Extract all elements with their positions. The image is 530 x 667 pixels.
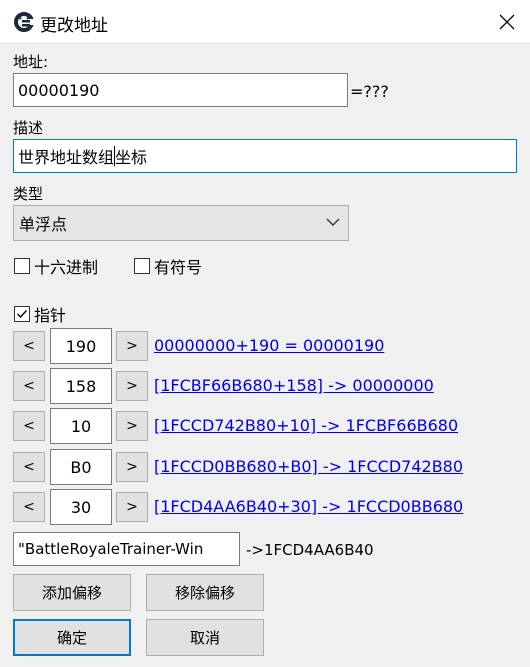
offset-input[interactable]: 10: [50, 408, 112, 444]
hex-checkbox-box: [14, 258, 30, 274]
description-text-after-caret: 坐标: [115, 148, 148, 167]
offset-row: < 10 > [1FCCD742B80+10] -> 1FCBF66B680: [13, 408, 513, 444]
cancel-button[interactable]: 取消: [146, 619, 264, 656]
ok-button[interactable]: 确定: [13, 619, 131, 656]
offset-input[interactable]: 190: [50, 328, 112, 364]
offset-decrement-button[interactable]: <: [13, 492, 45, 522]
base-address-value: "BattleRoyaleTrainer-Win: [18, 540, 204, 558]
signed-checkbox-label: 有符号: [154, 258, 203, 277]
window-title: 更改地址: [40, 16, 108, 36]
remove-offset-button[interactable]: 移除偏移: [146, 574, 264, 611]
check-icon: [17, 310, 28, 319]
offset-expression-link[interactable]: [1FCD4AA6B40+30] -> 1FCCD0BB680: [154, 497, 463, 516]
title-bar: 更改地址: [0, 0, 530, 44]
address-result: =???: [350, 82, 389, 101]
pointer-checkbox-label: 指针: [34, 306, 67, 325]
offset-increment-button[interactable]: >: [116, 411, 148, 441]
address-value: 00000190: [18, 80, 100, 100]
offset-increment-button[interactable]: >: [116, 331, 148, 361]
address-input[interactable]: 00000190: [13, 73, 348, 107]
hex-checkbox[interactable]: 十六进制: [14, 254, 98, 278]
type-selected-value: 单浮点: [19, 215, 68, 234]
offset-decrement-button[interactable]: <: [13, 452, 45, 482]
offset-input[interactable]: B0: [50, 449, 112, 485]
offset-increment-button[interactable]: >: [116, 492, 148, 522]
offset-decrement-button[interactable]: <: [13, 411, 45, 441]
type-label: 类型: [13, 185, 44, 203]
type-select[interactable]: 单浮点: [13, 205, 349, 241]
address-label: 地址:: [13, 53, 49, 71]
offset-input[interactable]: 158: [50, 368, 112, 404]
description-input[interactable]: 世界地址数组 坐标: [13, 139, 517, 173]
offset-row: < B0 > [1FCCD0BB680+B0] -> 1FCCD742B80: [13, 449, 513, 485]
offset-expression-link[interactable]: [1FCCD0BB680+B0] -> 1FCCD742B80: [154, 457, 463, 476]
offset-row: < 30 > [1FCD4AA6B40+30] -> 1FCCD0BB680: [13, 489, 513, 525]
add-offset-button[interactable]: 添加偏移: [13, 574, 131, 611]
signed-checkbox-box: [134, 258, 150, 274]
offset-expression-link[interactable]: 00000000+190 = 00000190: [154, 336, 384, 355]
offset-decrement-button[interactable]: <: [13, 331, 45, 361]
signed-checkbox[interactable]: 有符号: [134, 254, 202, 278]
offset-decrement-button[interactable]: <: [13, 371, 45, 401]
offset-expression-link[interactable]: [1FCBF66B680+158] -> 00000000: [154, 376, 434, 395]
pointer-checkbox-box: [14, 306, 30, 322]
close-icon: [499, 14, 515, 30]
offset-row: < 190 > 00000000+190 = 00000190: [13, 328, 513, 364]
offset-increment-button[interactable]: >: [116, 371, 148, 401]
offset-input[interactable]: 30: [50, 489, 112, 525]
base-address-input[interactable]: "BattleRoyaleTrainer-Win: [13, 532, 240, 566]
pointer-checkbox[interactable]: 指针: [14, 302, 66, 326]
cheat-engine-icon: [14, 12, 35, 32]
hex-checkbox-label: 十六进制: [34, 258, 99, 277]
chevron-down-icon: [326, 218, 340, 226]
description-label: 描述: [13, 119, 44, 137]
offset-expression-link[interactable]: [1FCCD742B80+10] -> 1FCBF66B680: [154, 416, 458, 435]
description-text-before-caret: 世界地址数组: [18, 148, 115, 167]
offset-row: < 158 > [1FCBF66B680+158] -> 00000000: [13, 368, 513, 404]
close-button[interactable]: [484, 0, 530, 44]
base-address-result: ->1FCD4AA6B40: [246, 541, 374, 559]
offset-increment-button[interactable]: >: [116, 452, 148, 482]
